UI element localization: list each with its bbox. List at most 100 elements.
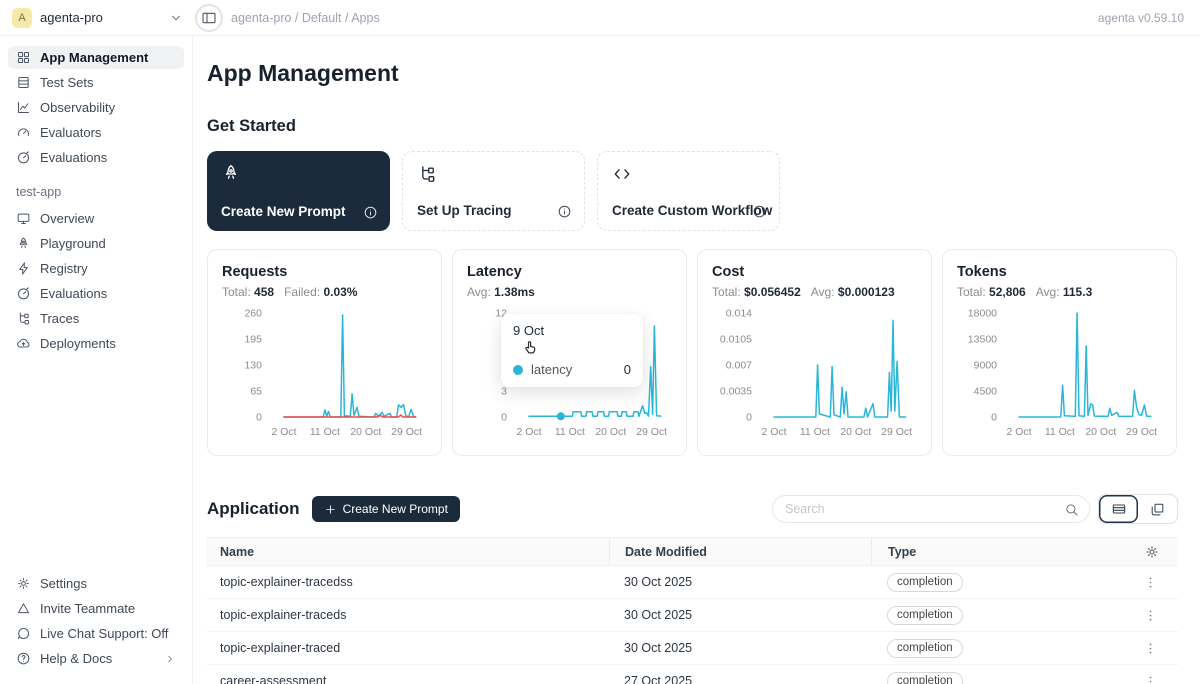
cell-date-modified: 30 Oct 2025: [609, 608, 871, 622]
sidebar-item-traces[interactable]: Traces: [8, 307, 184, 330]
series-dot: [513, 365, 523, 375]
svg-text:29 Oct: 29 Oct: [391, 426, 422, 438]
sidebar-item-label: Evaluations: [40, 150, 107, 165]
metric-chart: 18000135009000450002 Oct11 Oct20 Oct29 O…: [957, 305, 1167, 439]
sidebar-item-app-management[interactable]: App Management: [8, 46, 184, 69]
sidebar-item-help-docs[interactable]: Help & Docs: [8, 647, 184, 670]
app-section-label: test-app: [16, 185, 178, 199]
metric-stats: Total: $0.056452Avg: $0.000123: [712, 285, 923, 299]
table-view-button[interactable]: [1099, 495, 1138, 523]
sidebar-item-invite-teammate[interactable]: Invite Teammate: [8, 597, 184, 620]
header-name[interactable]: Name: [207, 545, 609, 559]
metric-stats: Total: 458Failed: 0.03%: [222, 285, 433, 299]
sidebar-item-label: Deployments: [40, 336, 116, 351]
svg-text:195: 195: [244, 334, 262, 346]
get-started-card-set-up-tracing[interactable]: Set Up Tracing: [402, 151, 585, 231]
sidebar-app-nav: OverviewPlaygroundRegistry Evaluations Tra…: [8, 207, 184, 357]
svg-text:18000: 18000: [968, 308, 997, 320]
svg-text:9000: 9000: [974, 360, 998, 372]
svg-text:260: 260: [244, 308, 262, 320]
svg-text:0: 0: [256, 412, 262, 424]
column-settings-icon[interactable]: [1144, 544, 1178, 560]
cursor-icon: [521, 339, 631, 357]
cell-type: completion: [871, 639, 1143, 658]
info-icon[interactable]: [752, 204, 767, 219]
sidebar-item-evaluations[interactable]: Evaluations: [8, 282, 184, 305]
help-icon: [16, 651, 31, 666]
search-input[interactable]: [785, 502, 1064, 516]
search-icon[interactable]: [1064, 502, 1079, 517]
table-row[interactable]: topic-explainer-traceds30 Oct 2025 comple…: [207, 599, 1178, 632]
svg-text:29 Oct: 29 Oct: [636, 426, 667, 438]
header-date-modified[interactable]: Date Modified: [609, 538, 871, 565]
card-view-button[interactable]: [1138, 495, 1177, 523]
code-icon: [612, 164, 765, 184]
create-new-prompt-label: Create New Prompt: [343, 502, 448, 516]
workspace-name: agenta-pro: [40, 10, 103, 25]
gear-icon: [16, 576, 31, 591]
svg-text:29 Oct: 29 Oct: [1126, 426, 1157, 438]
cell-name: topic-explainer-traceds: [207, 608, 609, 622]
workspace-avatar: A: [12, 8, 32, 28]
svg-text:0.0035: 0.0035: [720, 386, 752, 398]
app-version: agenta v0.59.10: [1098, 11, 1184, 25]
info-icon[interactable]: [363, 205, 378, 220]
cell-name: topic-explainer-tracedss: [207, 575, 609, 589]
chevron-down-icon: [169, 11, 183, 25]
table-icon: [16, 75, 31, 90]
svg-text:11 Oct: 11 Oct: [800, 426, 830, 438]
svg-text:11 Oct: 11 Oct: [310, 426, 340, 438]
header-type[interactable]: Type: [871, 538, 1144, 565]
get-started-card-create-new-prompt[interactable]: Create New Prompt: [207, 151, 390, 231]
tooltip-date: 9 Oct: [513, 323, 631, 338]
sidebar-item-evaluations[interactable]: Evaluations: [8, 146, 184, 169]
sidebar-item-registry[interactable]: Registry: [8, 257, 184, 280]
sidebar-item-label: Evaluations: [40, 286, 107, 301]
table-row[interactable]: topic-explainer-tracedss30 Oct 2025compl…: [207, 566, 1178, 599]
cell-name: career-assessment: [207, 674, 609, 684]
chart-line-icon: [16, 100, 31, 115]
svg-text:29 Oct: 29 Oct: [881, 426, 912, 438]
get-started-cards: Create New Prompt Set Up Tracing Create Cu…: [207, 151, 1178, 231]
sidebar-main-nav: App Management Test Sets Observability Eval…: [8, 46, 184, 171]
sidebar-item-observability[interactable]: Observability: [8, 96, 184, 119]
row-actions-icon[interactable]: [1143, 641, 1178, 656]
metric-title: Requests: [222, 264, 433, 280]
svg-text:0.014: 0.014: [726, 308, 752, 320]
sidebar-item-label: App Management: [40, 50, 148, 65]
metric-title: Latency: [467, 264, 678, 280]
breadcrumb: agenta-pro / Default / Apps: [231, 11, 380, 25]
cell-date-modified: 30 Oct 2025: [609, 575, 871, 589]
cell-type: completion: [871, 672, 1143, 684]
metric-stats: Avg: 1.38ms: [467, 285, 678, 299]
plus-icon: [324, 503, 337, 516]
sidebar-toggle-button[interactable]: [195, 4, 223, 32]
workspace-switcher[interactable]: A agenta-pro: [12, 8, 183, 28]
row-actions-icon[interactable]: [1143, 674, 1178, 684]
row-actions-icon[interactable]: [1143, 608, 1178, 623]
svg-text:0: 0: [501, 412, 507, 424]
sidebar-item-deployments[interactable]: Deployments: [8, 332, 184, 355]
get-started-card-label: Set Up Tracing: [417, 203, 512, 218]
metric-title: Tokens: [957, 264, 1168, 280]
sidebar-item-settings[interactable]: Settings: [8, 572, 184, 595]
create-new-prompt-button[interactable]: Create New Prompt: [312, 496, 460, 522]
cell-name: topic-explainer-traced: [207, 641, 609, 655]
row-actions-icon[interactable]: [1143, 575, 1178, 590]
get-started-card-create-custom-workflow[interactable]: Create Custom Workflow: [597, 151, 780, 231]
svg-text:0.007: 0.007: [726, 360, 752, 372]
table-row[interactable]: career-assessment27 Oct 2025completion: [207, 665, 1178, 684]
sidebar-item-test-sets[interactable]: Test Sets: [8, 71, 184, 94]
invite-icon: [16, 601, 31, 616]
sidebar-item-live-chat-support-off[interactable]: Live Chat Support: Off: [8, 622, 184, 645]
sidebar-item-playground[interactable]: Playground: [8, 232, 184, 255]
sidebar-item-evaluators[interactable]: Evaluators: [8, 121, 184, 144]
sidebar-item-label: Observability: [40, 100, 115, 115]
table-row[interactable]: topic-explainer-traced30 Oct 2025complet…: [207, 632, 1178, 665]
applications-table: Name Date Modified Type topic-explainer-…: [207, 537, 1178, 684]
svg-text:0: 0: [746, 412, 752, 424]
sidebar-item-overview[interactable]: Overview: [8, 207, 184, 230]
type-badge: completion: [887, 606, 963, 625]
tooltip-value: 0: [624, 362, 631, 377]
info-icon[interactable]: [557, 204, 572, 219]
